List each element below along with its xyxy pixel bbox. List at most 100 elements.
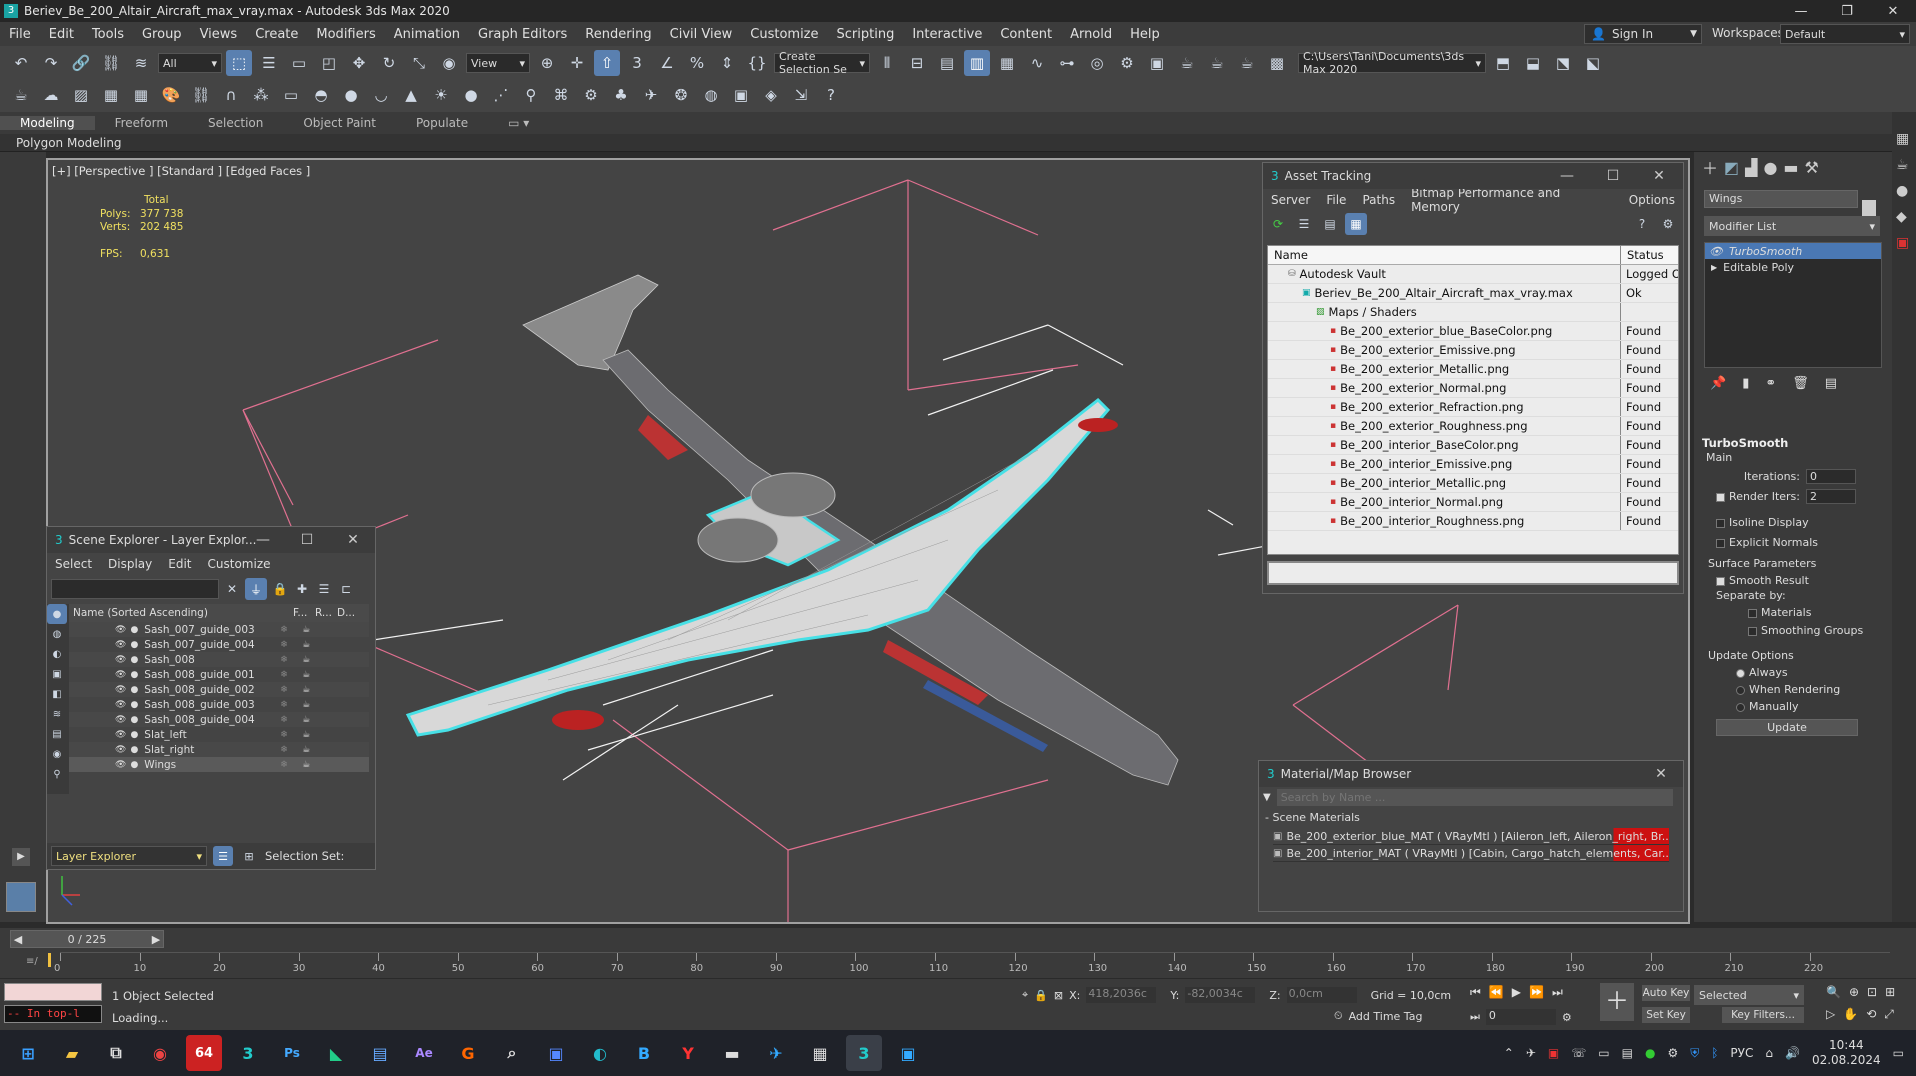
freeze-icon[interactable]: ❄: [280, 655, 302, 665]
zoom-extents-all-icon[interactable]: ⊞: [1885, 985, 1895, 999]
current-frame-marker[interactable]: [48, 953, 51, 967]
help-icon[interactable]: ?: [818, 82, 844, 108]
sphere-icon[interactable]: ●: [338, 82, 364, 108]
edge-icon[interactable]: ◐: [582, 1035, 618, 1071]
telegram-icon[interactable]: ✈: [758, 1035, 794, 1071]
project-path-select[interactable]: C:\Users\Tani\Documents\3ds Max 2020 ▾: [1298, 50, 1486, 76]
renderable-icon[interactable]: ☕: [302, 745, 324, 755]
asset-row[interactable]: ▪ Be_200_exterior_Refraction.png Found: [1268, 398, 1678, 417]
iterations-spinner[interactable]: 0: [1806, 469, 1856, 484]
always-radio[interactable]: Always: [1736, 666, 1882, 679]
manually-radio[interactable]: Manually: [1736, 700, 1882, 713]
display-bones-icon[interactable]: ⚲: [47, 764, 67, 784]
scene-materials-section[interactable]: - Scene Materials: [1259, 807, 1683, 828]
fur-icon[interactable]: ❂: [668, 82, 694, 108]
material-browser-title-bar[interactable]: 3 Material/Map Browser ✕: [1259, 761, 1683, 787]
refresh-icon[interactable]: ⟳: [1267, 213, 1289, 235]
zoom-extents-icon[interactable]: ⊡: [1867, 985, 1877, 999]
next-frame-icon[interactable]: ⏩: [1529, 985, 1544, 1000]
col-r-header[interactable]: R...: [315, 607, 337, 619]
asset-row[interactable]: ▨ Maps / Shaders: [1268, 303, 1678, 322]
key-selected-select[interactable]: Selected ▾: [1694, 985, 1804, 1005]
settings-icon[interactable]: ⚙: [1657, 213, 1679, 235]
col-name-header[interactable]: Name: [1268, 248, 1620, 262]
maximize-button[interactable]: ❐: [1824, 0, 1870, 22]
rendered-frame-icon[interactable]: ▣: [1144, 50, 1170, 76]
track-view-icon[interactable]: ≡/: [26, 956, 38, 967]
renderable-icon[interactable]: ☕: [302, 715, 324, 725]
sign-in-button[interactable]: 👤 Sign In ▼: [1584, 24, 1702, 44]
calculator-icon[interactable]: ▦: [802, 1035, 838, 1071]
eye-icon[interactable]: 👁: [115, 640, 126, 650]
key-filters-button[interactable]: Key Filters...: [1722, 1007, 1804, 1023]
project-folder-icon[interactable]: ⬓: [1520, 50, 1546, 76]
ribbon-toggle-icon[interactable]: ▦: [994, 50, 1020, 76]
table-row[interactable]: 👁 ● Slat_left ❄ ☕: [69, 727, 369, 742]
col-name-header[interactable]: Name (Sorted Ascending): [69, 607, 293, 619]
smoothing-groups-checkbox[interactable]: Smoothing Groups: [1748, 624, 1882, 637]
asset-row[interactable]: ▪ Be_200_exterior_Emissive.png Found: [1268, 341, 1678, 360]
object-color-swatch[interactable]: [1862, 200, 1876, 216]
stack-item-editable-poly[interactable]: ▶ Editable Poly: [1705, 259, 1881, 275]
explorer-menu-customize[interactable]: Customize: [200, 557, 279, 571]
list-view-icon[interactable]: ☰: [1293, 213, 1315, 235]
display-groups-icon[interactable]: ◉: [47, 744, 67, 764]
ribbon-tab-freeform[interactable]: Freeform: [95, 116, 188, 130]
material-item[interactable]: ▣ Be_200_interior_MAT ( VRayMtl ) [Cabin,…: [1273, 845, 1669, 862]
asset-menu-paths[interactable]: Paths: [1354, 193, 1403, 207]
ribbon-tab-selection[interactable]: Selection: [188, 116, 283, 130]
viewport-layout-icon[interactable]: [6, 882, 36, 912]
asset-path-field[interactable]: [1267, 561, 1679, 585]
sun-icon[interactable]: ☀: [428, 82, 454, 108]
maximize-button[interactable]: ☐: [1591, 163, 1635, 189]
align-icon[interactable]: ⊟: [904, 50, 930, 76]
table-row[interactable]: 👁 ● Sash_008_guide_001 ❄ ☕: [69, 667, 369, 682]
freeze-icon[interactable]: ❄: [280, 640, 302, 650]
make-unique-icon[interactable]: ⚭: [1765, 376, 1776, 391]
menu-rendering[interactable]: Rendering: [576, 27, 660, 42]
explorer-menu-display[interactable]: Display: [100, 557, 160, 571]
edit-named-sets-icon[interactable]: {}: [744, 50, 770, 76]
help-icon[interactable]: ?: [1631, 213, 1653, 235]
key-mode-icon[interactable]: ⏭: [1470, 1010, 1480, 1024]
project-set-icon[interactable]: ⬔: [1550, 50, 1576, 76]
set-keys-icon[interactable]: ＋: [1600, 983, 1634, 1021]
utilities-tab-icon[interactable]: ⚒: [1805, 158, 1819, 177]
clear-icon[interactable]: ✕: [223, 576, 241, 602]
current-frame-field[interactable]: 0: [1485, 1009, 1556, 1025]
show-end-result-icon[interactable]: ▮: [1742, 376, 1749, 391]
language-indicator[interactable]: РУС: [1730, 1046, 1753, 1060]
table-row[interactable]: 👁 ● Slat_right ❄ ☕: [69, 742, 369, 757]
table-row[interactable]: 👁 ● Sash_008 ❄ ☕: [69, 652, 369, 667]
previous-frame-icon[interactable]: ⏪: [1489, 985, 1504, 1000]
col-d-header[interactable]: D...: [337, 607, 359, 619]
yandex-icon[interactable]: Y: [670, 1035, 706, 1071]
configure-sets-icon[interactable]: ▤: [1825, 376, 1837, 391]
hierarchy-icon[interactable]: ⊏: [337, 576, 355, 602]
file-explorer-icon[interactable]: ▰: [54, 1035, 90, 1071]
3dsmax-active-icon[interactable]: 3: [846, 1035, 882, 1071]
image-icon[interactable]: ▨: [68, 82, 94, 108]
materials-checkbox[interactable]: Materials: [1748, 606, 1882, 619]
display-shapes-icon[interactable]: ◐: [47, 644, 67, 664]
render-iters-checkbox[interactable]: Render Iters:: [1702, 490, 1806, 503]
notifications-icon[interactable]: ▭: [1893, 1046, 1904, 1060]
menu-group[interactable]: Group: [133, 27, 191, 42]
play-icon[interactable]: ▶: [1512, 985, 1521, 1000]
export-icon[interactable]: ⇲: [788, 82, 814, 108]
balls-icon[interactable]: ⁂: [248, 82, 274, 108]
table-row[interactable]: 👁 ● Sash_008_guide_003 ❄ ☕: [69, 697, 369, 712]
chrome-icon[interactable]: ◉: [142, 1035, 178, 1071]
menu-graph-editors[interactable]: Graph Editors: [469, 27, 576, 42]
close-button[interactable]: ✕: [1870, 0, 1916, 22]
percent-snap-icon[interactable]: %: [684, 50, 710, 76]
render-production-icon[interactable]: ☕: [1174, 50, 1200, 76]
scene-icon[interactable]: ▣: [728, 82, 754, 108]
abs-mode-icon[interactable]: ⊠: [1054, 989, 1063, 1002]
layer-explorer-select[interactable]: Layer Explorer ▾: [51, 846, 207, 866]
lock-icon[interactable]: 🔒: [271, 576, 289, 602]
display-lights-icon[interactable]: ▣: [47, 664, 67, 684]
asset-row[interactable]: ▪ Be_200_exterior_blue_BaseColor.png Found: [1268, 322, 1678, 341]
freeze-icon[interactable]: ❄: [280, 745, 302, 755]
mirror-icon[interactable]: ⫴: [874, 50, 900, 76]
